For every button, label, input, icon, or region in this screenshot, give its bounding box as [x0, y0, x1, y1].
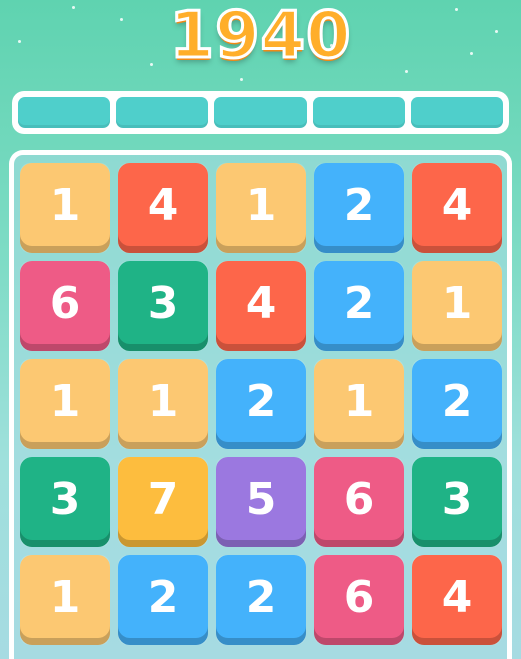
- board-cell: 6: [314, 457, 404, 547]
- progress-segment: [18, 97, 111, 128]
- board-cell: 2: [216, 359, 306, 449]
- board-cell: 7: [118, 457, 208, 547]
- board-cell: 1: [20, 163, 110, 253]
- board-cell: 4: [216, 261, 306, 351]
- progress-segment: [312, 97, 405, 128]
- board-cell: 4: [412, 163, 502, 253]
- number-tile-4[interactable]: 4: [412, 555, 502, 645]
- board-cell: 1: [20, 555, 110, 645]
- board-cell: 6: [314, 555, 404, 645]
- board-cell: 1: [20, 359, 110, 449]
- number-tile-2[interactable]: 2: [314, 261, 404, 351]
- number-tile-2[interactable]: 2: [216, 555, 306, 645]
- score-display: 1940: [168, 0, 352, 75]
- board-cell: 1: [314, 359, 404, 449]
- board-cell: 4: [118, 163, 208, 253]
- progress-segment: [410, 97, 504, 128]
- board-cell: 1: [118, 359, 208, 449]
- game-board: 1412463421112123756312264: [9, 150, 512, 659]
- number-tile-6[interactable]: 6: [314, 457, 404, 547]
- number-tile-6[interactable]: 6: [20, 261, 110, 351]
- number-tile-1[interactable]: 1: [20, 359, 110, 449]
- board-cell: 3: [412, 457, 502, 547]
- number-tile-3[interactable]: 3: [412, 457, 502, 547]
- number-tile-6[interactable]: 6: [314, 555, 404, 645]
- number-tile-1[interactable]: 1: [20, 555, 110, 645]
- number-tile-3[interactable]: 3: [20, 457, 110, 547]
- number-tile-2[interactable]: 2: [216, 359, 306, 449]
- board-cell: 6: [20, 261, 110, 351]
- board-cell: 2: [118, 555, 208, 645]
- number-tile-1[interactable]: 1: [216, 163, 306, 253]
- number-tile-2[interactable]: 2: [314, 163, 404, 253]
- number-tile-2[interactable]: 2: [412, 359, 502, 449]
- number-tile-7[interactable]: 7: [118, 457, 208, 547]
- board-cell: 3: [118, 261, 208, 351]
- board-cell: 4: [412, 555, 502, 645]
- progress-segment: [214, 97, 307, 128]
- board-cell: 1: [216, 163, 306, 253]
- board-cell: 3: [20, 457, 110, 547]
- board-cell: 2: [412, 359, 502, 449]
- number-tile-1[interactable]: 1: [20, 163, 110, 253]
- board-cell: 1: [412, 261, 502, 351]
- number-tile-3[interactable]: 3: [118, 261, 208, 351]
- number-tile-4[interactable]: 4: [216, 261, 306, 351]
- number-tile-5[interactable]: 5: [216, 457, 306, 547]
- tile-grid: 1412463421112123756312264: [20, 163, 502, 645]
- progress-bar: [12, 91, 509, 134]
- board-cell: 5: [216, 457, 306, 547]
- number-tile-2[interactable]: 2: [118, 555, 208, 645]
- number-tile-4[interactable]: 4: [412, 163, 502, 253]
- sparkle: [240, 78, 243, 81]
- number-tile-1[interactable]: 1: [412, 261, 502, 351]
- number-tile-1[interactable]: 1: [118, 359, 208, 449]
- number-tile-4[interactable]: 4: [118, 163, 208, 253]
- number-tile-1[interactable]: 1: [314, 359, 404, 449]
- progress-segment: [116, 97, 209, 128]
- board-cell: 2: [314, 163, 404, 253]
- board-cell: 2: [314, 261, 404, 351]
- board-cell: 2: [216, 555, 306, 645]
